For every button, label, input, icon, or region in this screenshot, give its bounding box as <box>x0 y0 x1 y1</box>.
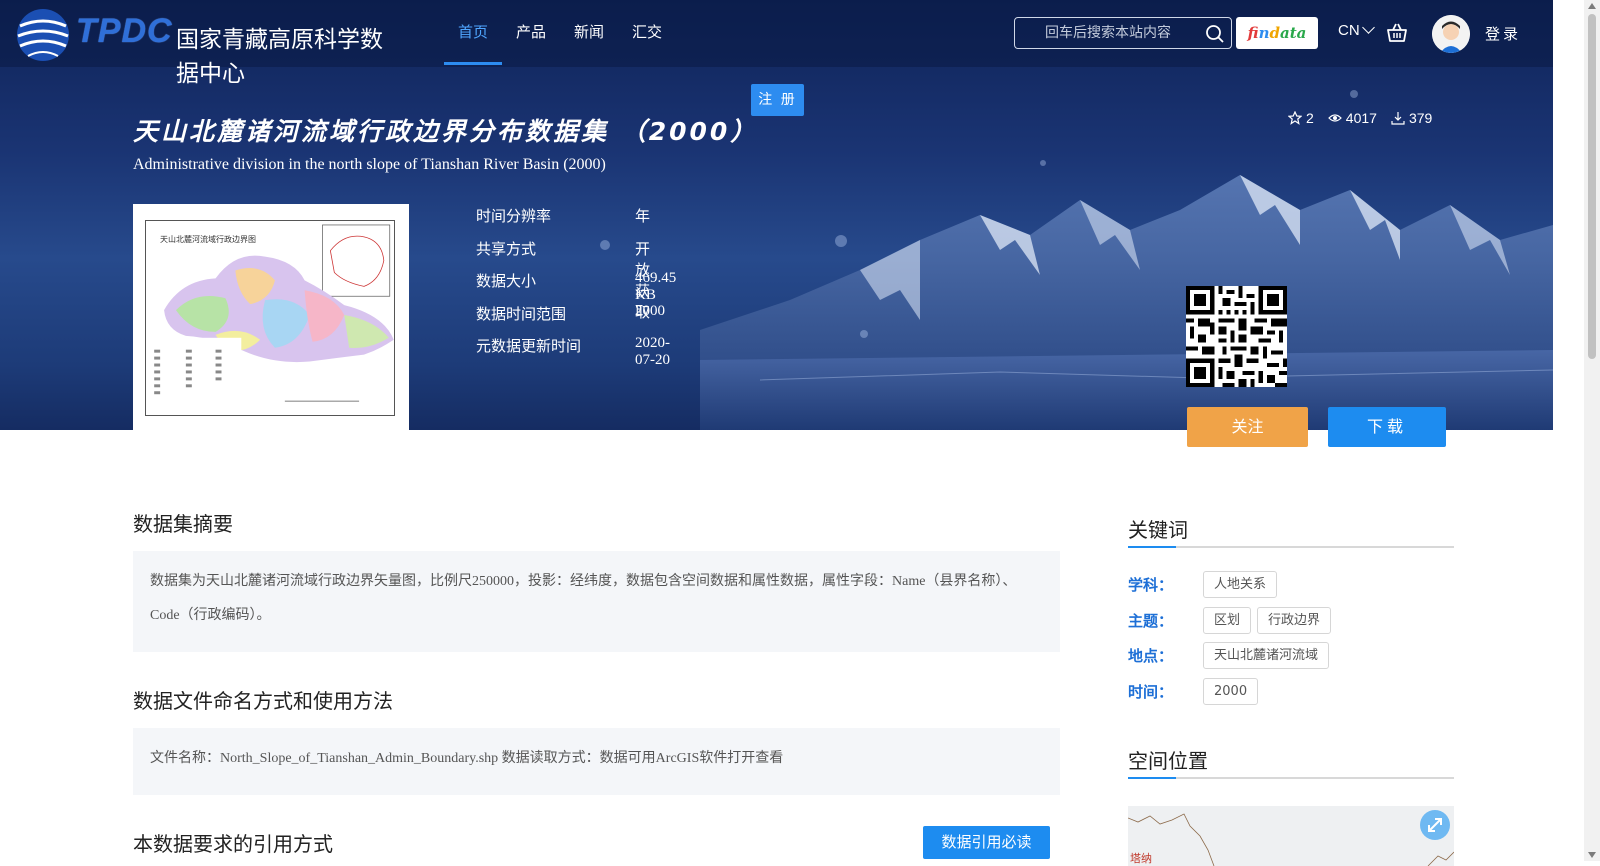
meta-key: 元数据更新时间 <box>476 337 582 355</box>
findata-part-1: fi <box>1247 24 1259 42</box>
eye-icon <box>1327 114 1342 122</box>
scroll-up-arrow-icon[interactable] <box>1588 3 1596 9</box>
thumbnail-map-frame: 天山北麓河流域行政边界图 <box>145 220 395 416</box>
scroll-down-arrow-icon[interactable] <box>1588 852 1596 858</box>
qr-code <box>1186 286 1287 387</box>
keyword-tag[interactable]: 区划 <box>1203 606 1252 634</box>
keyword-row-theme: 主题： 区划 行政边界 <box>1128 606 1337 634</box>
meta-value: 年 <box>635 207 651 225</box>
download-count-value: 379 <box>1408 110 1433 126</box>
location-map-graphic: 塔纳 <box>1128 813 1454 866</box>
keyword-label: 时间： <box>1128 682 1174 701</box>
star-count-value: 2 <box>1306 110 1314 126</box>
login-link[interactable]: 登录 <box>1485 23 1521 44</box>
location-title: 空间位置 <box>1128 749 1208 773</box>
user-avatar-icon <box>1432 15 1470 53</box>
nav-submit[interactable]: 汇交 <box>618 0 676 67</box>
download-count: 379 <box>1391 110 1432 126</box>
map-place-label: 塔纳 <box>1130 852 1152 865</box>
findata-part-3: d <box>1269 24 1280 42</box>
site-logo[interactable]: TPDC 国家青藏高原科学数据中心 <box>14 4 394 87</box>
dataset-stats: 2 4017 379 <box>1288 110 1432 126</box>
meta-key: 数据时间范围 <box>476 304 567 323</box>
nav-home[interactable]: 首页 <box>444 0 503 67</box>
nav-news[interactable]: 新闻 <box>560 0 618 67</box>
naming-title: 数据文件命名方式和使用方法 <box>133 689 393 713</box>
location-divider <box>1128 777 1454 779</box>
keyword-row-subject: 学科： 人地关系 <box>1128 570 1283 598</box>
keyword-row-place: 地点： 天山北麓诸河流域 <box>1128 641 1335 669</box>
scrollbar-thumb[interactable] <box>1588 14 1596 359</box>
follow-button[interactable]: 关注 <box>1187 407 1308 447</box>
language-label: CN <box>1338 22 1360 39</box>
star-icon <box>1288 111 1302 125</box>
keyword-tag[interactable]: 行政边界 <box>1257 606 1332 634</box>
findata-part-4: ata <box>1279 24 1307 42</box>
keyword-label: 地点： <box>1128 646 1174 665</box>
globe-logo-icon <box>17 9 69 61</box>
page-scrollbar[interactable] <box>1584 0 1600 861</box>
meta-value: 2000 <box>635 302 665 319</box>
keyword-label: 学科： <box>1128 575 1174 594</box>
view-count-value: 4017 <box>1345 110 1377 126</box>
meta-value: 2020-07-20 <box>635 335 670 368</box>
citation-title: 本数据要求的引用方式 <box>133 832 333 856</box>
qr-code-graphic <box>1186 286 1287 387</box>
chevron-down-icon <box>1361 21 1375 34</box>
expand-icon <box>1428 818 1442 832</box>
page-right-gutter <box>1553 0 1584 861</box>
findata-link[interactable]: findata <box>1236 17 1318 49</box>
language-selector[interactable]: CN <box>1338 21 1375 39</box>
expand-map-button[interactable] <box>1420 810 1450 840</box>
search-box <box>1014 17 1232 49</box>
findata-part-2: n <box>1258 24 1270 42</box>
meta-key: 时间分辨率 <box>476 207 552 225</box>
top-navigation-bar: TPDC 国家青藏高原科学数据中心 首页 产品 新闻 汇交 findata CN <box>0 0 1553 87</box>
download-button[interactable]: 下载 <box>1328 407 1446 447</box>
meta-key: 共享方式 <box>476 239 537 258</box>
naming-panel: 文件名称：North_Slope_of_Tianshan_Admin_Bound… <box>133 728 1060 795</box>
logo-tpdc: TPDC <box>76 12 173 50</box>
abstract-panel: 数据集为天山北麓诸河流域行政边界矢量图，比例尺250000，投影：经纬度，数据包… <box>133 551 1060 652</box>
location-map[interactable]: 塔纳 <box>1128 806 1454 866</box>
abstract-text: 数据集为天山北麓诸河流域行政边界矢量图，比例尺250000，投影：经纬度，数据包… <box>150 574 1017 623</box>
dataset-title-cn: 天山北麓诸河流域行政边界分布数据集 （2000） <box>133 117 759 146</box>
star-count[interactable]: 2 <box>1288 110 1314 126</box>
nav-products[interactable]: 产品 <box>502 0 560 67</box>
citation-button[interactable]: 数据引用必读 <box>923 826 1050 859</box>
naming-text: 文件名称：North_Slope_of_Tianshan_Admin_Bound… <box>150 751 784 766</box>
thumbnail-map-graphic <box>152 224 394 408</box>
meta-value: 469.45 KB <box>635 270 677 303</box>
search-icon[interactable] <box>1205 24 1225 44</box>
dataset-thumbnail[interactable]: 天山北麓河流域行政边界图 <box>133 204 409 432</box>
download-icon <box>1391 112 1405 125</box>
keyword-tag[interactable]: 2000 <box>1203 677 1259 705</box>
main-nav: 首页 产品 新闻 汇交 <box>444 0 676 67</box>
keywords-divider <box>1128 546 1454 548</box>
keyword-row-time: 时间： 2000 <box>1128 677 1264 705</box>
keyword-tag[interactable]: 人地关系 <box>1203 570 1278 598</box>
user-avatar[interactable] <box>1432 15 1470 53</box>
view-count: 4017 <box>1327 110 1377 126</box>
meta-key: 数据大小 <box>476 272 537 290</box>
keyword-tag[interactable]: 天山北麓诸河流域 <box>1203 641 1330 669</box>
shopping-basket-icon[interactable] <box>1386 22 1408 44</box>
register-button[interactable]: 注 册 <box>751 84 804 116</box>
keyword-label: 主题： <box>1128 611 1174 630</box>
dataset-title-en: Administrative division in the north slo… <box>133 156 606 173</box>
keywords-title: 关键词 <box>1128 518 1188 542</box>
logo-chinese-name: 国家青藏高原科学数据中心 <box>176 27 383 87</box>
search-input[interactable] <box>1015 18 1201 48</box>
abstract-title: 数据集摘要 <box>133 512 233 536</box>
